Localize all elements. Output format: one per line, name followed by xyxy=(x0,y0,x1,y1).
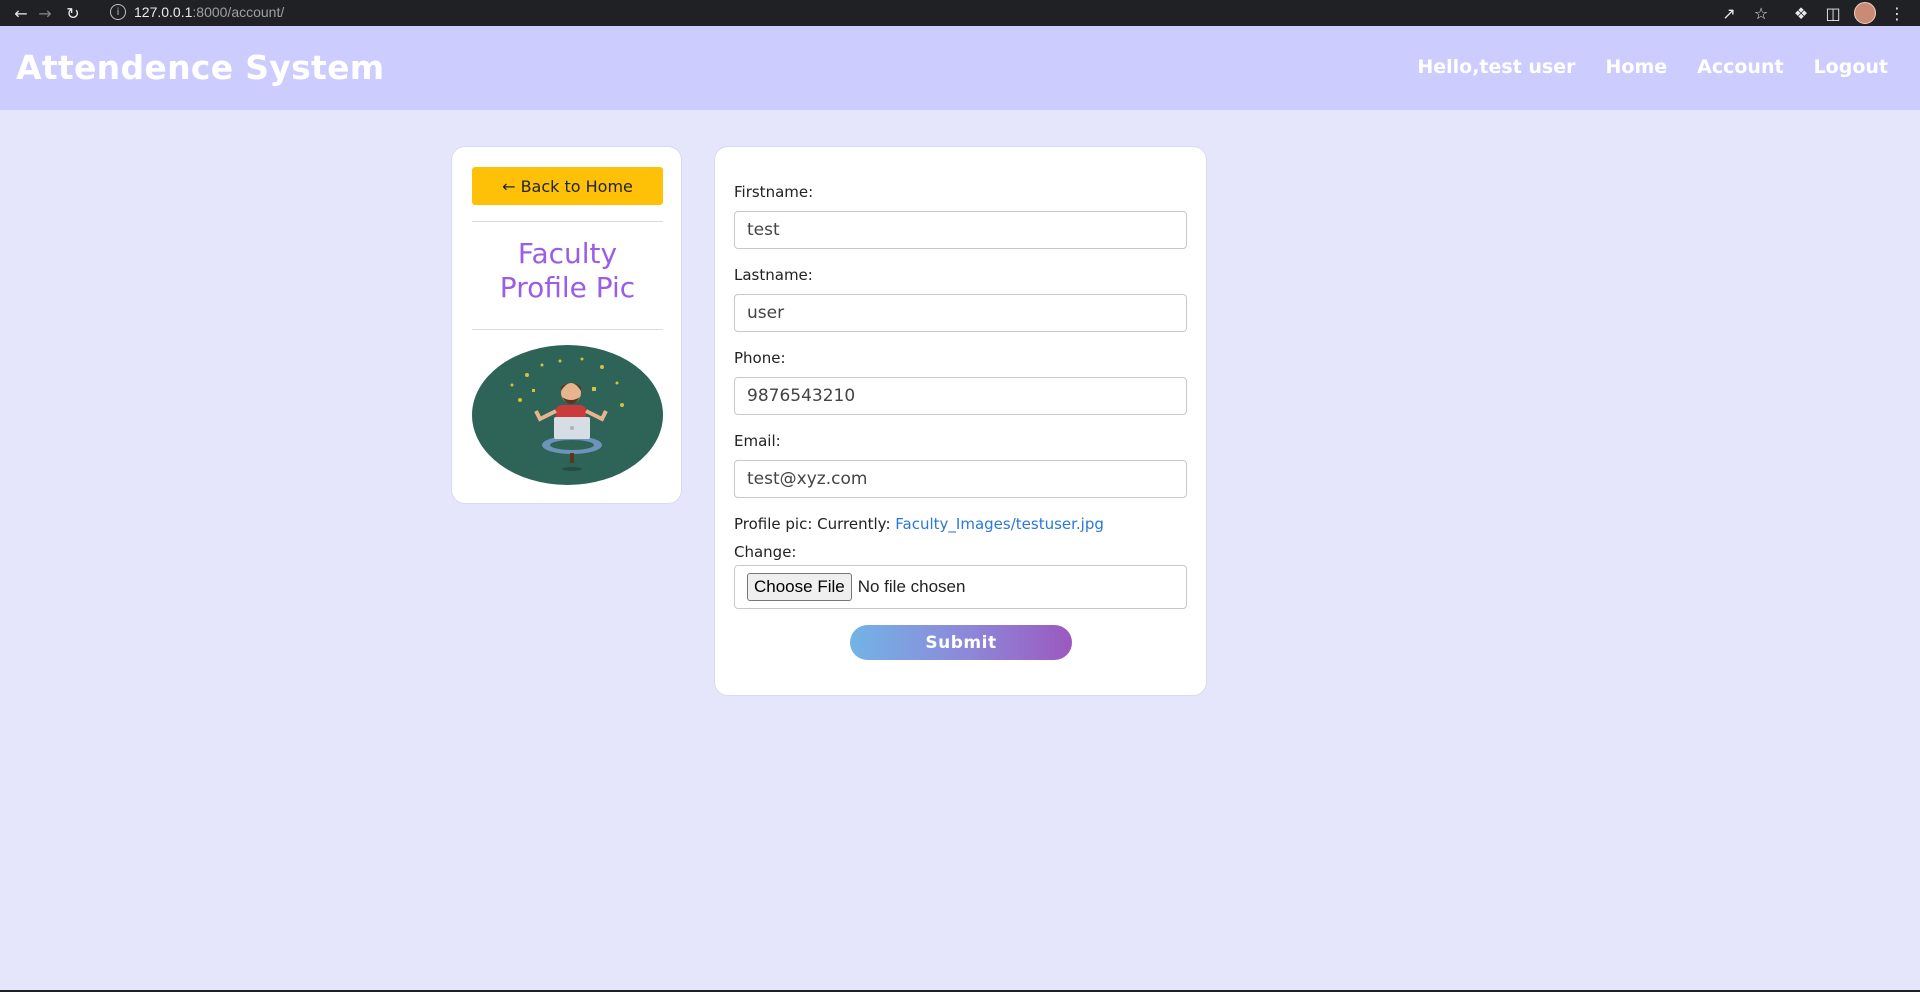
lastname-label: Lastname: xyxy=(734,266,813,284)
account-form: Firstname: test Lastname: user Phone: 98… xyxy=(714,146,1207,696)
choose-file-button[interactable]: Choose File xyxy=(747,573,852,601)
profile-pic-link[interactable]: Faculty_Images/testuser.jpg xyxy=(895,515,1104,533)
share-icon[interactable]: ↗ xyxy=(1716,0,1742,26)
nav-links: Hello,test user Home Account Logout xyxy=(1417,56,1888,78)
profile-pic-prefix: Profile pic: Currently: xyxy=(734,515,891,533)
phone-label: Phone: xyxy=(734,349,786,367)
site-info-icon[interactable]: i xyxy=(110,4,126,20)
profile-picture-image xyxy=(472,345,663,485)
profile-avatar-icon[interactable] xyxy=(1852,0,1878,26)
nav-link-logout[interactable]: Logout xyxy=(1814,56,1888,78)
side-panel-icon[interactable]: ◫ xyxy=(1820,0,1846,26)
submit-button[interactable]: Submit xyxy=(850,625,1072,660)
divider xyxy=(472,329,663,330)
nav-link-home[interactable]: Home xyxy=(1606,56,1668,78)
back-to-home-button[interactable]: ← Back to Home xyxy=(472,167,663,205)
url-text: 127.0.0.1:8000/account/ xyxy=(134,4,285,20)
file-input: Choose File No file chosen xyxy=(734,565,1187,609)
email-input[interactable]: test@xyz.com xyxy=(734,460,1187,498)
extensions-puzzle-icon[interactable]: ❖ xyxy=(1788,0,1814,26)
divider xyxy=(472,221,663,222)
reload-icon[interactable]: ↻ xyxy=(60,0,86,26)
top-navbar: Attendence System Hello,test user Home A… xyxy=(0,26,1920,110)
back-arrow-icon[interactable]: ← xyxy=(8,0,34,26)
phone-input[interactable]: 9876543210 xyxy=(734,377,1187,415)
firstname-label: Firstname: xyxy=(734,183,814,201)
browser-menu-icon[interactable]: ⋮ xyxy=(1884,0,1910,26)
profile-pic-title: Faculty Profile Pic xyxy=(499,237,636,304)
brand-title[interactable]: Attendence System xyxy=(16,48,384,87)
change-label: Change: xyxy=(734,543,797,561)
profile-pic-card: ← Back to Home Faculty Profile Pic xyxy=(451,146,682,504)
firstname-input[interactable]: test xyxy=(734,211,1187,249)
profile-pic-current: Profile pic: Currently: Faculty_Images/t… xyxy=(734,515,1104,533)
browser-toolbar: ← → ↻ i 127.0.0.1:8000/account/ ↗ ☆ ❖ ◫ … xyxy=(0,0,1920,26)
nav-link-account[interactable]: Account xyxy=(1697,56,1783,78)
forward-arrow-icon[interactable]: → xyxy=(32,0,58,26)
no-file-text: No file chosen xyxy=(857,577,966,596)
nav-greeting: Hello,test user xyxy=(1417,56,1576,78)
email-label: Email: xyxy=(734,432,781,450)
bookmark-star-icon[interactable]: ☆ xyxy=(1748,0,1774,26)
address-bar[interactable]: i 127.0.0.1:8000/account/ xyxy=(110,1,1710,23)
lastname-input[interactable]: user xyxy=(734,294,1187,332)
